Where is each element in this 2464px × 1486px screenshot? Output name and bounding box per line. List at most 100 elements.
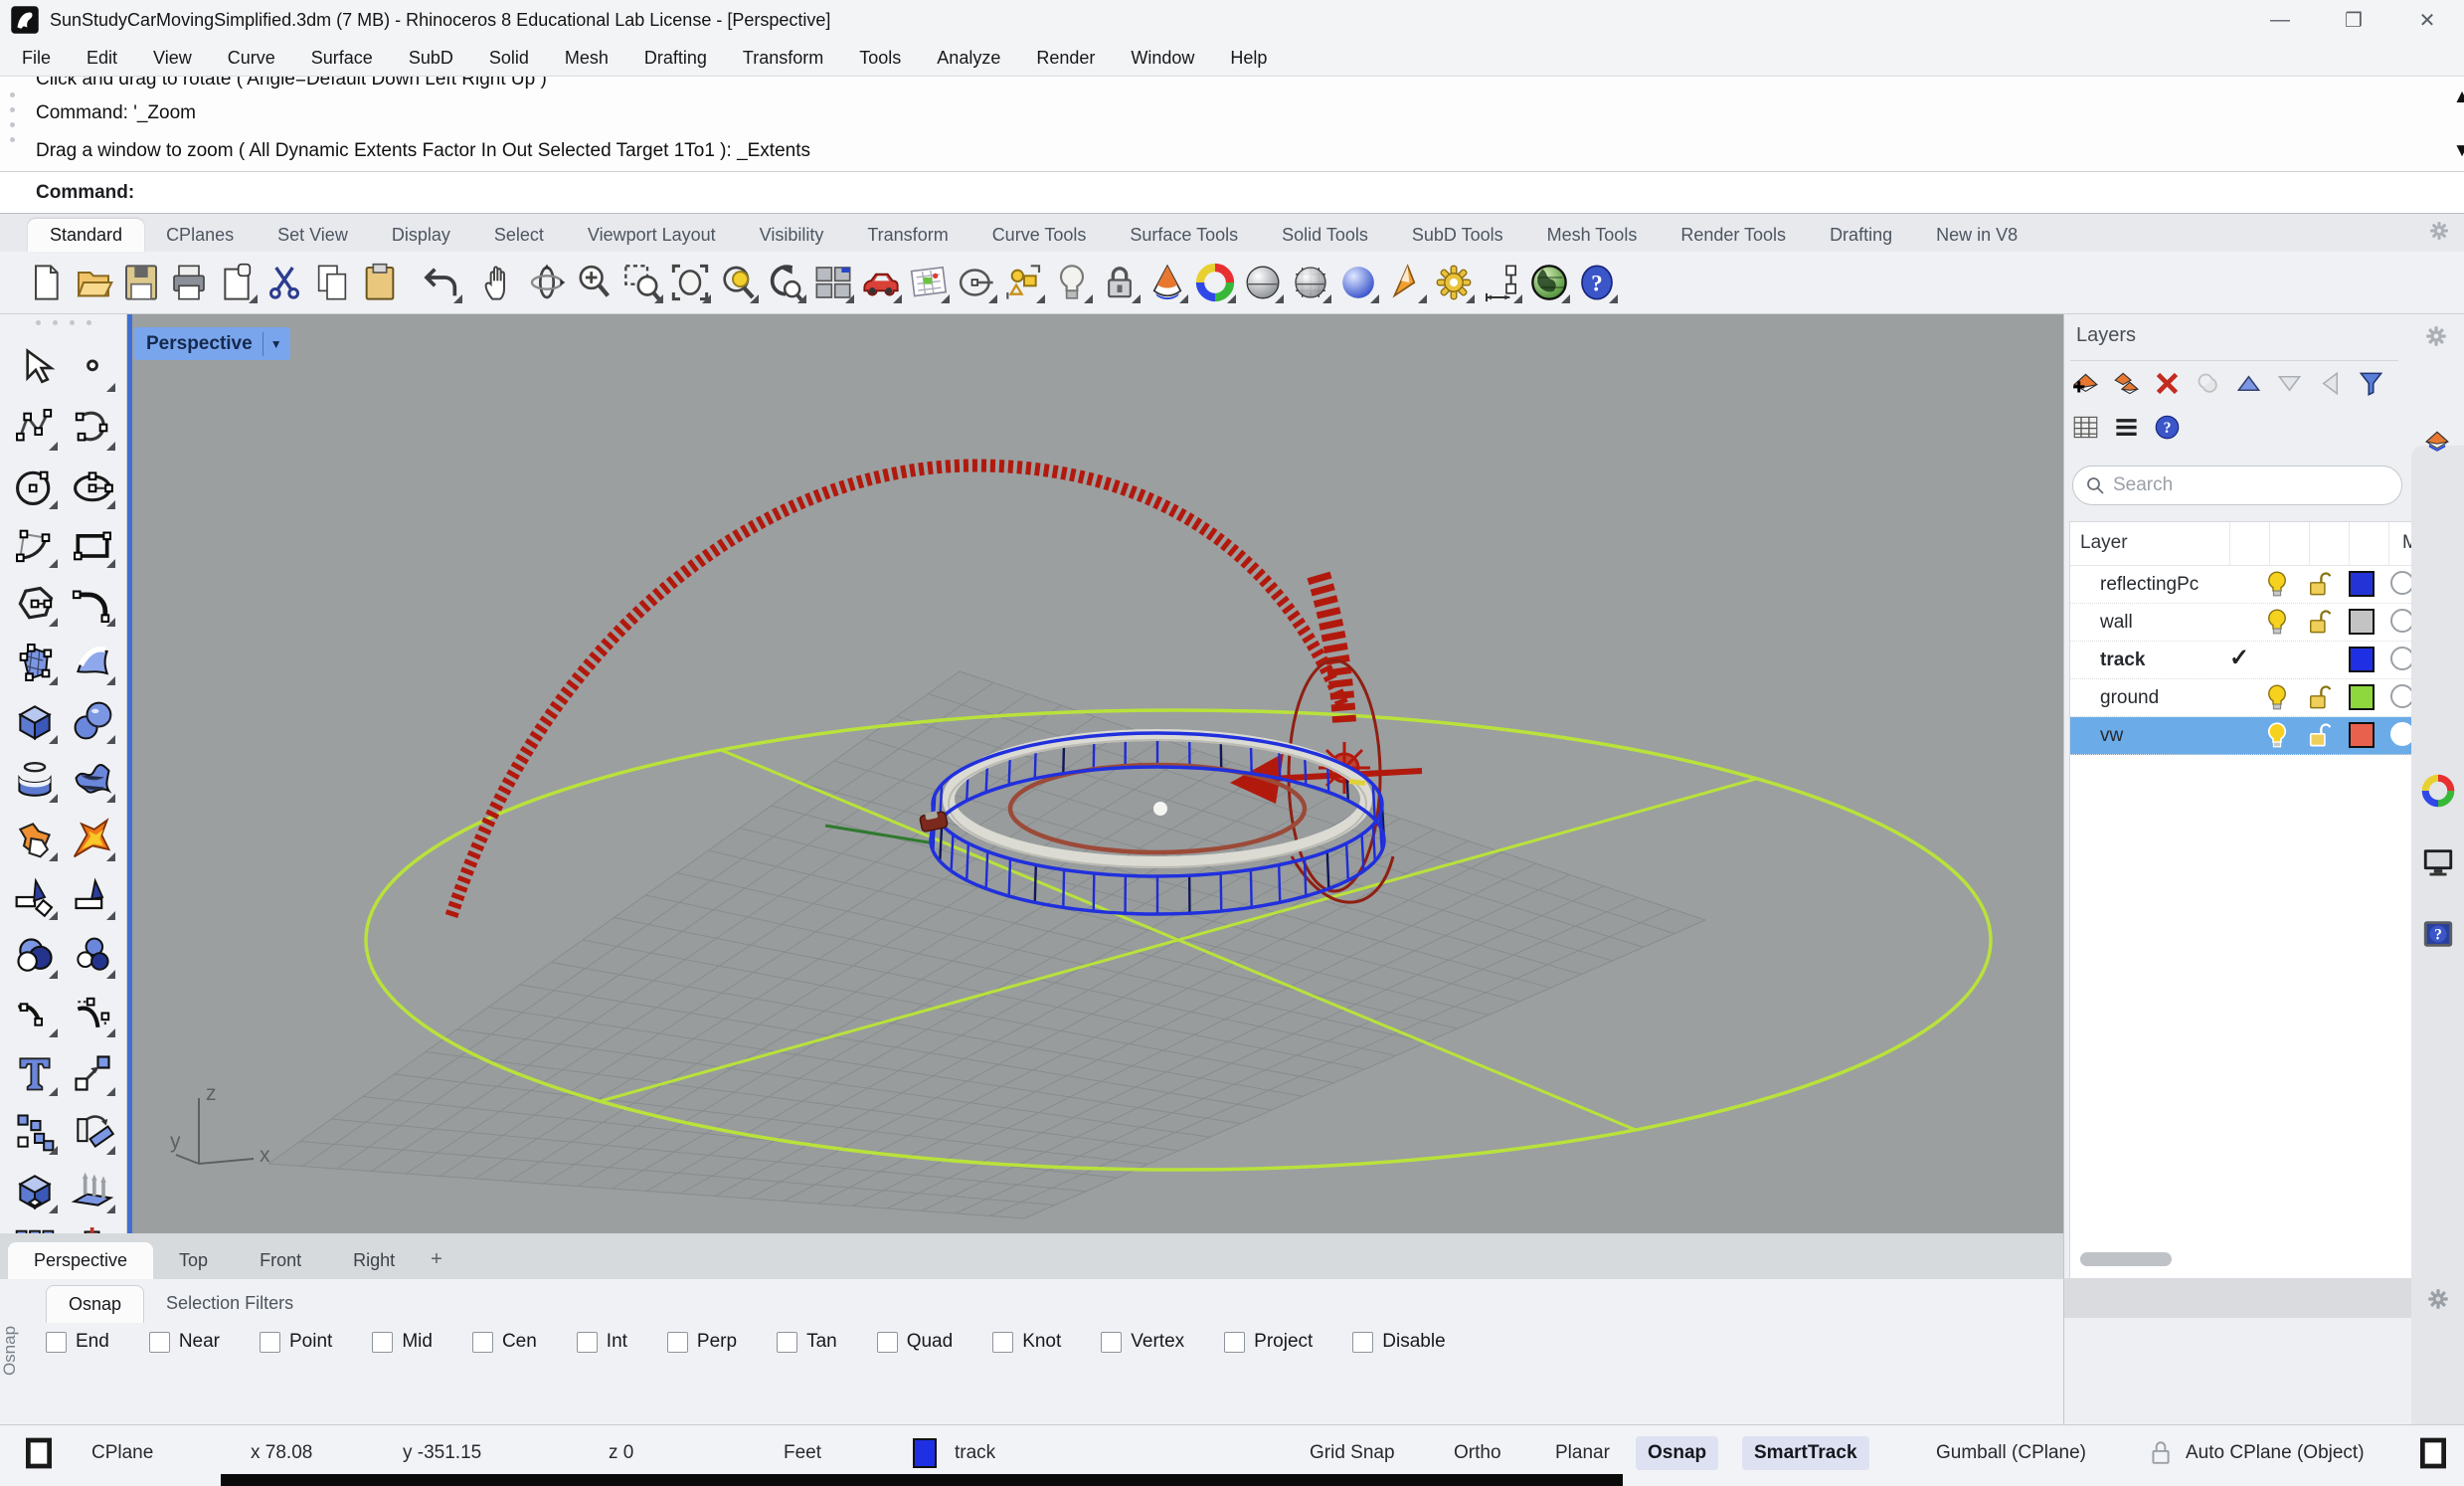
explode-icon[interactable]	[71, 817, 114, 860]
menu-subd[interactable]: SubD	[409, 48, 453, 69]
circle-icon[interactable]	[13, 464, 57, 508]
selection-filters-tab[interactable]: Selection Filters	[144, 1285, 315, 1323]
quad-checkbox[interactable]	[877, 1332, 898, 1353]
tab-set-view[interactable]: Set View	[256, 219, 370, 252]
visibility-bulb-icon[interactable]	[2265, 684, 2289, 710]
polyline-icon[interactable]	[13, 406, 57, 450]
menu-mesh[interactable]: Mesh	[565, 48, 609, 69]
rotate-view-icon[interactable]	[527, 263, 567, 302]
planar-toggle[interactable]: Planar	[1543, 1436, 1622, 1470]
tab-subd-tools[interactable]: SubD Tools	[1390, 219, 1525, 252]
tab-surface-tools[interactable]: Surface Tools	[1108, 219, 1260, 252]
car-icon[interactable]	[861, 263, 901, 302]
osnap-end[interactable]: End	[46, 1331, 109, 1353]
tab-transform[interactable]: Transform	[845, 219, 969, 252]
extrude-icon[interactable]	[71, 1169, 114, 1212]
arc-icon[interactable]	[13, 523, 57, 567]
blend-curves-icon[interactable]	[71, 993, 114, 1036]
menu-tools[interactable]: Tools	[859, 48, 901, 69]
command-prompt[interactable]: Command:	[0, 173, 2464, 213]
osnap-project[interactable]: Project	[1224, 1331, 1313, 1353]
status-pane-icon[interactable]	[2420, 1437, 2446, 1469]
auto-cplane-toggle[interactable]: Auto CPlane (Object)	[2186, 1442, 2365, 1464]
osnap-disable[interactable]: Disable	[1352, 1331, 1445, 1353]
rectangle-icon[interactable]	[71, 523, 114, 567]
undo-view-icon[interactable]	[766, 263, 805, 302]
grid-snap-toggle[interactable]: Grid Snap	[1298, 1436, 1407, 1470]
viewport-layout-icon[interactable]	[813, 263, 853, 302]
layer-search-box[interactable]	[2072, 465, 2402, 505]
menu-view[interactable]: View	[153, 48, 192, 69]
sidebar-grip[interactable]	[0, 314, 126, 325]
tabbar-gear-icon[interactable]	[2428, 220, 2452, 244]
visibility-bulb-icon[interactable]	[2265, 571, 2289, 597]
cut-icon[interactable]	[264, 263, 304, 302]
trim-icon[interactable]	[13, 875, 57, 919]
tab-curve-tools[interactable]: Curve Tools	[970, 219, 1109, 252]
osnap-mid[interactable]: Mid	[372, 1331, 433, 1353]
corner-curve-icon[interactable]	[71, 582, 114, 626]
mid-checkbox[interactable]	[372, 1332, 393, 1353]
surface-patch-icon[interactable]	[71, 758, 114, 802]
menu-help[interactable]: Help	[1230, 48, 1267, 69]
display-mode-icon[interactable]	[1147, 263, 1187, 302]
cplane-button[interactable]: CPlane	[91, 1442, 153, 1464]
cen-checkbox[interactable]	[472, 1332, 493, 1353]
tab-new-in-v8[interactable]: New in V8	[1914, 219, 2039, 252]
lock-icon[interactable]	[1100, 263, 1140, 302]
osnap-tan[interactable]: Tan	[777, 1331, 837, 1353]
layer-row-vw[interactable]: vw	[2070, 717, 2421, 755]
osnap-perp[interactable]: Perp	[667, 1331, 737, 1353]
layers-active-tab-icon[interactable]	[2424, 428, 2448, 452]
render-globe-icon[interactable]	[1529, 263, 1569, 302]
knot-checkbox[interactable]	[992, 1332, 1013, 1353]
add-viewport-tab-button[interactable]: +	[421, 1240, 452, 1279]
osnap-int[interactable]: Int	[577, 1331, 627, 1353]
near-checkbox[interactable]	[149, 1332, 170, 1353]
visibility-bulb-icon[interactable]	[2265, 609, 2289, 635]
options-gear-icon[interactable]	[1434, 263, 1474, 302]
vertex-checkbox[interactable]	[1101, 1332, 1122, 1353]
ellipse-icon[interactable]	[71, 464, 114, 508]
layer-row-track[interactable]: track ✓	[2070, 642, 2421, 679]
visibility-bulb-icon[interactable]	[2265, 722, 2289, 748]
render-cone-icon[interactable]	[1386, 263, 1426, 302]
viewport-tab-front[interactable]: Front	[234, 1242, 327, 1279]
puzzle-join-icon[interactable]	[13, 817, 57, 860]
layer-table-icon[interactable]	[2072, 414, 2099, 441]
rendered-sphere-icon[interactable]	[1338, 263, 1378, 302]
move-up-icon[interactable]	[2235, 370, 2262, 397]
shaded-sphere-icon[interactable]	[1243, 263, 1283, 302]
new-file-icon[interactable]	[26, 263, 66, 302]
zoom-icon[interactable]	[575, 263, 615, 302]
move-back-icon[interactable]	[2317, 370, 2344, 397]
pan-icon[interactable]	[479, 263, 519, 302]
minimize-button[interactable]: —	[2243, 0, 2317, 40]
tab-visibility[interactable]: Visibility	[738, 219, 846, 252]
tab-cplanes[interactable]: CPlanes	[144, 219, 256, 252]
text-icon[interactable]	[13, 1051, 57, 1095]
osnap-cen[interactable]: Cen	[472, 1331, 537, 1353]
tab-standard[interactable]: Standard	[28, 219, 144, 252]
viewport-title-chip[interactable]: Perspective ▼	[134, 327, 290, 360]
duplicate-layer-icon[interactable]	[2195, 370, 2221, 397]
lock-open-icon[interactable]	[2307, 722, 2331, 748]
perp-checkbox[interactable]	[667, 1332, 688, 1353]
layers-panel-gear-icon[interactable]	[2424, 324, 2448, 348]
viewport-tab-top[interactable]: Top	[153, 1242, 234, 1279]
menu-window[interactable]: Window	[1131, 48, 1194, 69]
lock-open-icon[interactable]	[2307, 571, 2331, 597]
zoom-selected-icon[interactable]	[718, 263, 758, 302]
light-icon[interactable]	[1052, 263, 1092, 302]
delete-layer-icon[interactable]	[2154, 370, 2181, 397]
osnap-knot[interactable]: Knot	[992, 1331, 1061, 1353]
fillet-curves-icon[interactable]	[13, 993, 57, 1036]
panel-footer-gear-icon[interactable]	[2426, 1287, 2450, 1311]
boolean-difference-icon[interactable]	[71, 934, 114, 978]
tab-select[interactable]: Select	[472, 219, 566, 252]
tab-render-tools[interactable]: Render Tools	[1659, 219, 1808, 252]
current-layer-button[interactable]: track	[955, 1442, 995, 1464]
layer-color-swatch[interactable]	[2349, 609, 2375, 635]
osnap-toggle[interactable]: Osnap	[1636, 1436, 1718, 1470]
menu-file[interactable]: File	[22, 48, 51, 69]
